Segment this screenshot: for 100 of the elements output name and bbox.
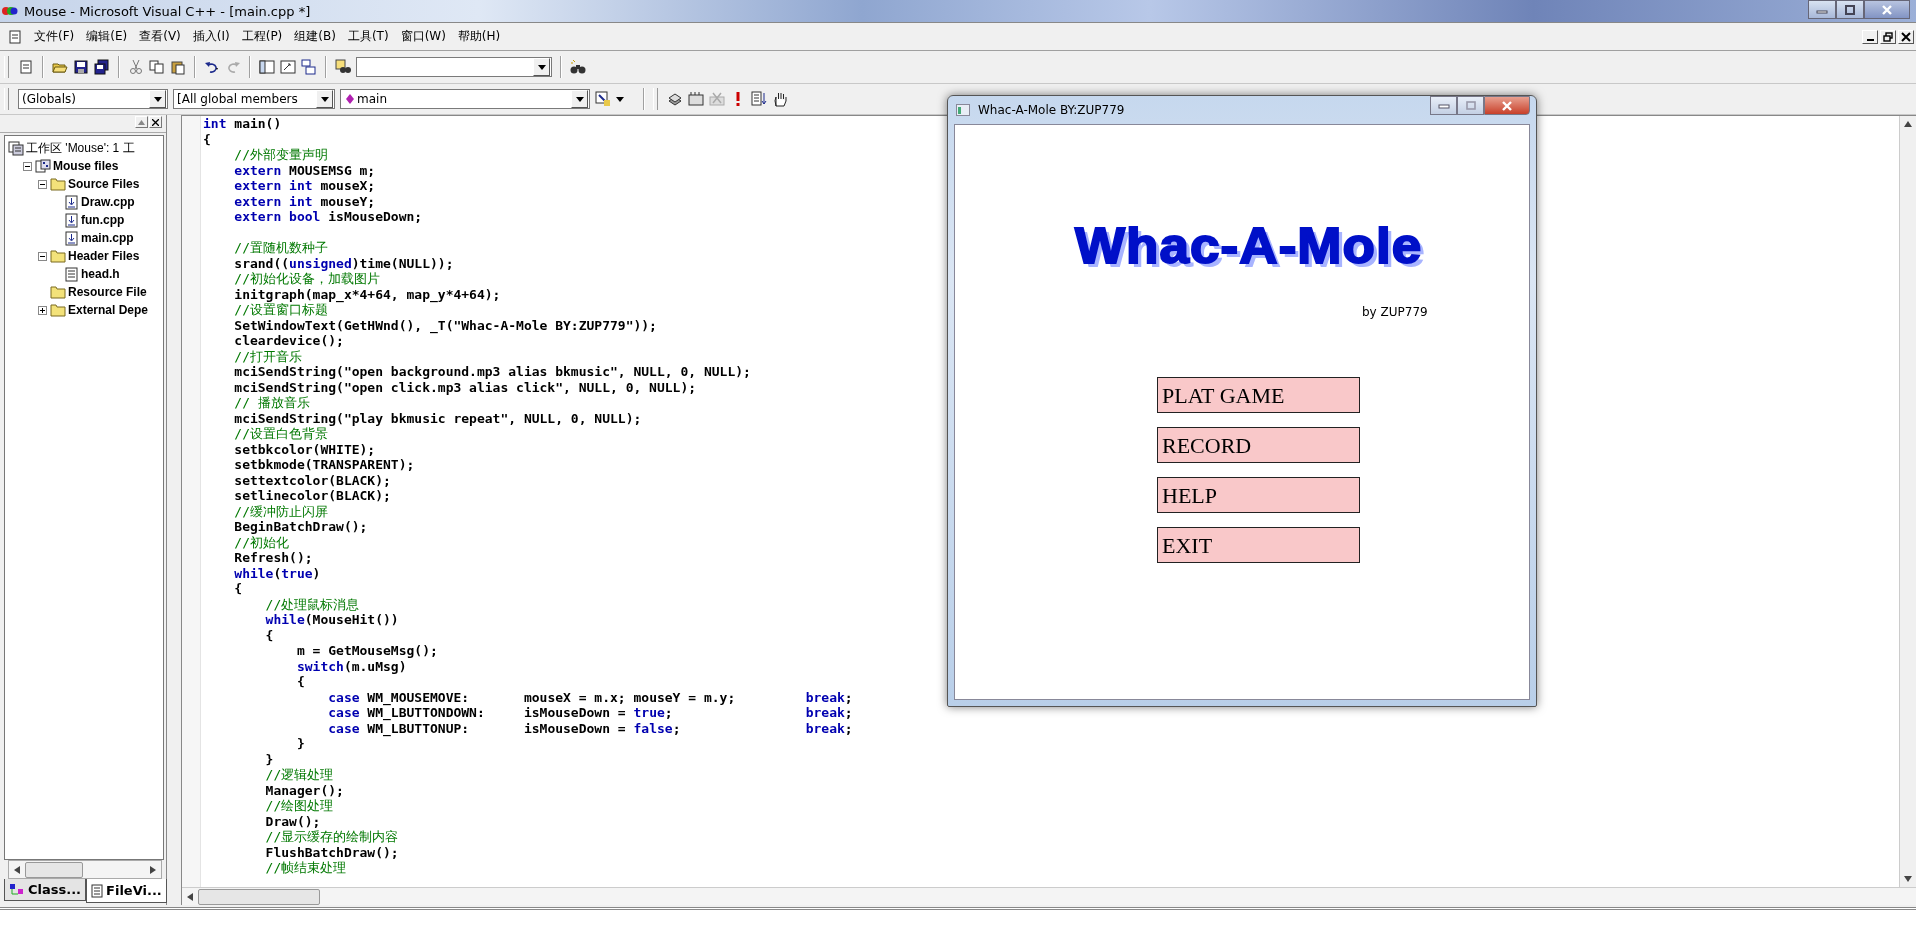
find-in-files-icon[interactable] [335, 59, 351, 75]
find-combo[interactable] [356, 57, 552, 77]
maximize-button[interactable] [1457, 96, 1484, 115]
document-icon[interactable] [8, 29, 22, 44]
code-line: cleardevice(); [233, 333, 344, 349]
tree-item[interactable]: External Depe [68, 303, 149, 317]
horizontal-scrollbar[interactable] [8, 860, 162, 879]
restore-button[interactable] [1880, 29, 1896, 44]
code-line: int main() [203, 116, 282, 132]
code-line: //设置白色背景 [233, 426, 328, 442]
save-icon[interactable] [73, 59, 89, 75]
code-line: extern int mouseX; [233, 178, 376, 194]
caret-icon[interactable] [616, 96, 624, 102]
paste-icon[interactable] [170, 59, 186, 75]
tree-item[interactable]: fun.cpp [81, 213, 125, 227]
new-file-icon[interactable] [18, 59, 34, 75]
menu-item[interactable]: 工具(T) [341, 28, 395, 45]
workspace-icon[interactable] [259, 59, 275, 75]
code-line: //绘图处理 [264, 798, 334, 814]
code-line: mciSendString("open click.mp3 alias click", NULL, 0, NULL); [233, 379, 697, 395]
copy-icon[interactable] [149, 59, 165, 75]
wizard-action-icon[interactable] [595, 91, 611, 107]
close-icon [152, 118, 159, 126]
maximize-button[interactable] [1836, 0, 1864, 19]
scroll-up-icon[interactable] [1904, 121, 1912, 127]
scope-combo[interactable]: [All global members [173, 89, 335, 109]
maximize-pane-button[interactable] [135, 116, 148, 128]
binoculars-icon[interactable] [570, 59, 586, 75]
scroll-down-icon[interactable] [1904, 876, 1912, 882]
expand-toggle[interactable] [38, 251, 47, 261]
app-icon [2, 4, 18, 18]
build-icon[interactable] [688, 91, 704, 107]
expand-toggle[interactable] [23, 161, 32, 171]
compile-icon[interactable] [667, 91, 683, 107]
menu-item[interactable]: 文件(F) [28, 28, 81, 45]
source-file-icon [65, 194, 79, 210]
restore-icon [1883, 31, 1893, 42]
code-line: //处理鼠标消息 [264, 596, 360, 612]
tree-item[interactable]: Draw.cpp [81, 195, 135, 209]
menu-item[interactable]: 查看(V) [133, 28, 187, 45]
menu-button[interactable]: EXIT [1157, 527, 1360, 563]
tree-item[interactable]: Source Files [68, 177, 140, 191]
tree-item[interactable]: main.cpp [81, 231, 134, 245]
code-line: { [203, 131, 211, 147]
menu-item[interactable]: 工程(P) [235, 28, 289, 45]
code-line: //缓冲防止闪屏 [233, 503, 328, 519]
output-icon[interactable] [280, 59, 296, 75]
caret-icon [575, 96, 584, 102]
close-pane-button[interactable] [149, 116, 162, 128]
caret-icon [320, 96, 329, 102]
caret-icon [153, 96, 162, 102]
menu-button[interactable]: HELP [1157, 477, 1360, 513]
close-icon [1880, 4, 1894, 15]
tree-item[interactable]: head.h [81, 267, 120, 281]
code-line: initgraph(map_x*4+64, map_y*4+64); [233, 286, 501, 302]
undo-icon[interactable] [204, 59, 220, 75]
code-line: while(MouseHit()) [264, 612, 399, 628]
minimize-icon [1437, 102, 1450, 109]
menu-button[interactable]: RECORD [1157, 427, 1360, 463]
maximize-icon [1464, 100, 1477, 111]
scroll-left-icon[interactable] [14, 865, 20, 874]
expand-toggle[interactable] [38, 179, 47, 189]
horizontal-scrollbar[interactable] [182, 887, 1916, 905]
window-title: Whac-A-Mole BY:ZUP779 [978, 103, 1125, 117]
workspace-icon [8, 140, 24, 156]
code-line: //初始化 [233, 534, 289, 550]
source-file-icon [65, 212, 79, 228]
menu-item[interactable]: 窗口(W) [394, 28, 452, 45]
menu-item[interactable]: 帮助(H) [451, 28, 507, 45]
expand-toggle[interactable] [38, 305, 47, 315]
tree-item[interactable]: Mouse files [53, 159, 119, 173]
hand-icon[interactable] [772, 91, 788, 107]
save-all-icon[interactable] [94, 59, 110, 75]
panel-tab[interactable]: FileVi... [86, 879, 167, 903]
code-line: BeginBatchDraw(); [233, 519, 368, 535]
window-list-icon[interactable] [301, 59, 317, 75]
menu-button[interactable]: PLAT GAME [1157, 377, 1360, 413]
tree-item[interactable]: Header Files [68, 249, 140, 263]
menu-item[interactable]: 插入(I) [186, 28, 236, 45]
list-arrow-icon[interactable] [751, 91, 767, 107]
folder-icon [50, 285, 66, 299]
scroll-right-icon[interactable] [150, 865, 156, 874]
code-line: //初始化设备，加载图片 [233, 271, 380, 287]
vertical-scrollbar[interactable] [1899, 116, 1916, 887]
code-line: //置随机数种子 [233, 239, 328, 256]
tree-item[interactable]: Resource File [68, 285, 147, 299]
panel-tab[interactable]: Class... [4, 879, 87, 901]
menu-item[interactable]: 编辑(E) [80, 28, 134, 45]
scope-combo[interactable]: (Globals) [18, 89, 168, 109]
close-icon [1901, 31, 1911, 42]
project-icon [35, 159, 51, 173]
scope-combo[interactable]: main [340, 89, 590, 109]
tree-item[interactable]: 工作区 'Mouse': 1 工 [26, 139, 135, 157]
scissors-icon[interactable] [128, 59, 144, 75]
code-line: //打开音乐 [233, 348, 302, 364]
caret-icon [537, 64, 546, 70]
scroll-left-icon[interactable] [187, 892, 193, 901]
code-line: } [264, 751, 274, 767]
menu-item[interactable]: 组建(B) [288, 28, 342, 45]
folder-icon [50, 303, 66, 317]
